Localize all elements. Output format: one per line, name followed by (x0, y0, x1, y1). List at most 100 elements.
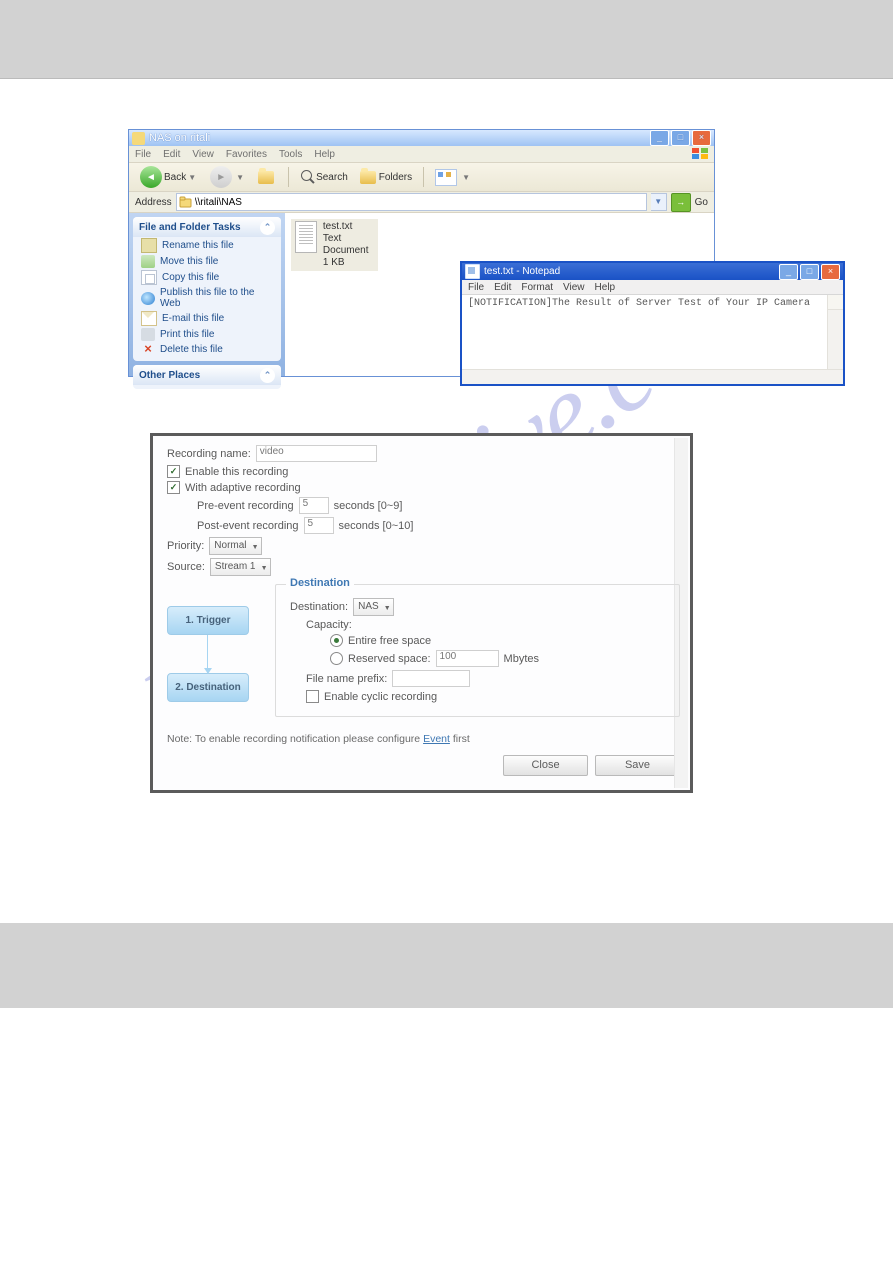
file-list-pane[interactable]: test.txt Text Document 1 KB test.txt - N… (285, 213, 714, 376)
cyclic-label: Enable cyclic recording (324, 691, 437, 703)
forward-dropdown-icon[interactable]: ▼ (234, 173, 246, 182)
task-print[interactable]: Print this file (133, 327, 281, 342)
menu-favorites[interactable]: Favorites (226, 149, 267, 160)
explorer-titlebar[interactable]: NAS on ritali _ □ × (129, 130, 714, 146)
enable-recording-checkbox[interactable]: ✓ (167, 465, 180, 478)
np-menu-help[interactable]: Help (595, 282, 616, 293)
up-button[interactable] (253, 166, 282, 188)
views-dropdown-icon[interactable]: ▼ (460, 173, 472, 182)
priority-select[interactable]: Normal (209, 537, 261, 555)
task-delete[interactable]: ×Delete this file (133, 342, 281, 357)
forward-button[interactable]: ►▼ (205, 166, 251, 188)
folders-button[interactable]: Folders (355, 166, 417, 188)
explorer-window: NAS on ritali _ □ × File Edit View Favor… (128, 129, 715, 377)
np-menu-file[interactable]: File (468, 282, 484, 293)
np-menu-view[interactable]: View (563, 282, 585, 293)
menu-view[interactable]: View (192, 149, 214, 160)
menu-tools[interactable]: Tools (279, 149, 302, 160)
enable-recording-label: Enable this recording (185, 466, 288, 478)
recording-name-label: Recording name: (167, 448, 251, 460)
note-text-a: Note: To enable recording notification p… (167, 733, 423, 745)
post-event-input[interactable]: 5 (304, 517, 334, 534)
file-tasks-header[interactable]: File and Folder Tasks ⌃ (133, 217, 281, 237)
file-size: 1 KB (323, 257, 374, 269)
notepad-menubar: File Edit Format View Help (462, 280, 843, 295)
destination-label: Destination: (290, 601, 348, 613)
notepad-window: test.txt - Notepad _ □ × File Edit Forma… (460, 261, 845, 386)
minimize-button[interactable]: _ (650, 130, 669, 146)
recording-settings-panel: Recording name: video ✓ Enable this reco… (150, 433, 693, 793)
task-label: Publish this file to the Web (160, 287, 273, 309)
task-label: Rename this file (162, 240, 234, 251)
recording-name-input[interactable]: video (256, 445, 377, 462)
task-email[interactable]: E-mail this file (133, 310, 281, 327)
cyclic-checkbox[interactable]: ✓ (306, 690, 319, 703)
reserved-space-unit: Mbytes (504, 653, 539, 665)
address-dropdown-icon[interactable]: ▼ (651, 193, 667, 211)
np-maximize-button[interactable]: □ (800, 264, 819, 280)
wizard-row: 1. Trigger 2. Destination Destination De… (167, 584, 680, 717)
search-button[interactable]: Search (295, 166, 353, 188)
prefix-input[interactable] (392, 670, 470, 687)
notepad-content: [NOTIFICATION]The Result of Server Test … (468, 298, 810, 309)
back-button[interactable]: ◄Back▼ (135, 166, 203, 188)
maximize-button[interactable]: □ (671, 130, 690, 146)
destination-select[interactable]: NAS (353, 598, 394, 616)
close-button[interactable]: Close (503, 755, 588, 776)
pre-event-input[interactable]: 5 (299, 497, 329, 514)
other-places-title: Other Places (139, 370, 200, 381)
explorer-title: NAS on ritali (149, 132, 650, 144)
step-destination[interactable]: 2. Destination (167, 673, 249, 702)
other-places-header[interactable]: Other Places ⌃ (133, 365, 281, 385)
forward-arrow-icon: ► (210, 166, 232, 188)
back-dropdown-icon[interactable]: ▼ (186, 173, 198, 182)
close-button[interactable]: × (692, 130, 711, 146)
back-arrow-icon: ◄ (140, 166, 162, 188)
task-rename[interactable]: Rename this file (133, 237, 281, 254)
task-label: Delete this file (160, 344, 223, 355)
task-publish[interactable]: Publish this file to the Web (133, 286, 281, 310)
reserved-space-radio[interactable] (330, 652, 343, 665)
collapse-icon[interactable]: ⌃ (260, 220, 275, 235)
notepad-titlebar[interactable]: test.txt - Notepad _ □ × (462, 263, 843, 280)
views-button[interactable]: ▼ (430, 166, 477, 188)
prefix-label: File name prefix: (306, 673, 387, 685)
task-move[interactable]: Move this file (133, 254, 281, 269)
folders-label: Folders (379, 172, 412, 183)
toolbar-separator (288, 167, 289, 187)
source-select[interactable]: Stream 1 (210, 558, 271, 576)
file-item[interactable]: test.txt Text Document 1 KB (291, 219, 378, 271)
menu-help[interactable]: Help (314, 149, 335, 160)
event-link[interactable]: Event (423, 733, 450, 745)
np-menu-edit[interactable]: Edit (494, 282, 511, 293)
collapse-icon[interactable]: ⌃ (260, 368, 275, 383)
step-trigger[interactable]: 1. Trigger (167, 606, 249, 635)
capacity-opt1-row: Entire free space (290, 634, 669, 647)
go-button[interactable]: → (671, 193, 691, 212)
folder-window-icon (132, 132, 145, 145)
priority-label: Priority: (167, 540, 204, 552)
notepad-scrollbar[interactable] (827, 295, 843, 369)
adaptive-recording-label: With adaptive recording (185, 482, 301, 494)
notepad-textarea[interactable]: [NOTIFICATION]The Result of Server Test … (462, 295, 843, 369)
pre-event-label: Pre-event recording (197, 500, 294, 512)
file-tasks-panel: File and Folder Tasks ⌃ Rename this file… (133, 217, 281, 361)
entire-space-radio[interactable] (330, 634, 343, 647)
np-minimize-button[interactable]: _ (779, 264, 798, 280)
reserved-space-input[interactable]: 100 (436, 650, 499, 667)
save-button[interactable]: Save (595, 755, 680, 776)
task-copy[interactable]: Copy this file (133, 269, 281, 286)
menu-file[interactable]: File (135, 149, 151, 160)
search-icon (300, 169, 316, 185)
menu-edit[interactable]: Edit (163, 149, 180, 160)
file-name: test.txt (323, 221, 374, 233)
task-label: Move this file (160, 256, 218, 267)
adaptive-recording-row: ✓ With adaptive recording (167, 481, 680, 494)
globe-icon (141, 292, 155, 305)
address-input[interactable] (176, 193, 647, 211)
np-menu-format[interactable]: Format (521, 282, 553, 293)
move-icon (141, 255, 155, 268)
adaptive-recording-checkbox[interactable]: ✓ (167, 481, 180, 494)
np-close-button[interactable]: × (821, 264, 840, 280)
task-label: E-mail this file (162, 313, 224, 324)
